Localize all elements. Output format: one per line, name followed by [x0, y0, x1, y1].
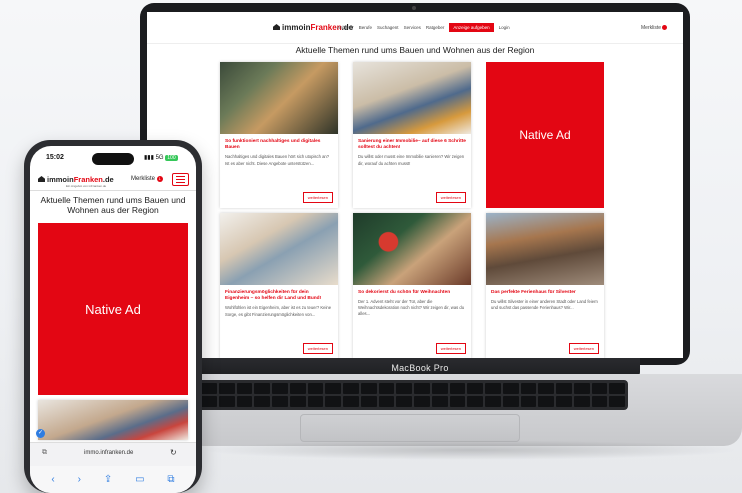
- browser-toolbar: ‹ › ⇪ ▭ ⧉: [30, 466, 196, 493]
- read-more-button[interactable]: weiterlesen: [435, 192, 466, 203]
- article-card[interactable]: [38, 400, 188, 440]
- browser-address-bar[interactable]: ⧉ immo.infranken.de ↻: [30, 442, 196, 466]
- nav-anzeige-aufgeben-button[interactable]: Anzeige aufgeben: [449, 23, 494, 32]
- back-icon[interactable]: ‹: [51, 474, 54, 485]
- share-icon[interactable]: ⇪: [104, 474, 112, 485]
- reload-icon[interactable]: ↻: [170, 448, 177, 457]
- article-image: [220, 62, 338, 134]
- laptop-trackpad: [300, 414, 520, 442]
- read-more-button[interactable]: weiterlesen: [302, 343, 333, 354]
- article-title[interactable]: So funktioniert nachhaltiges und digital…: [225, 139, 333, 151]
- section-title: Aktuelle Themen rund ums Bauen und Wohne…: [40, 195, 186, 216]
- tabs-icon[interactable]: ⧉: [167, 474, 174, 485]
- article-teaser: Der 1. Advent steht vor der Tür, aber di…: [358, 299, 465, 317]
- article-title[interactable]: Das perfekte Ferienhaus für Silvester: [491, 290, 599, 296]
- merkliste-badge: [662, 25, 668, 30]
- native-ad[interactable]: Native Ad: [38, 223, 188, 395]
- article-card[interactable]: So funktioniert nachhaltiges und digital…: [220, 62, 338, 208]
- laptop-camera: [412, 6, 416, 10]
- accessibility-icon[interactable]: ✓: [36, 429, 45, 438]
- article-teaser: Du willst Silvester in einer anderen Sta…: [491, 299, 598, 311]
- article-card[interactable]: Das perfekte Ferienhaus für Silvester Du…: [486, 213, 604, 358]
- article-card[interactable]: Finanzierungsmöglichkeiten für dein Eige…: [220, 213, 338, 358]
- house-icon: [38, 176, 45, 182]
- phone-screen: 15:02 ▮▮▮ 5G 100 immoinFranken.de Ein An…: [30, 146, 196, 493]
- article-title[interactable]: So dekorierst du schön für Weihnachten: [358, 290, 466, 296]
- laptop-keyboard: [198, 380, 628, 410]
- article-grid: So funktioniert nachhaltiges und digital…: [220, 62, 604, 358]
- article-card[interactable]: Sanierung einer Immobilie– auf diese 6 S…: [353, 62, 471, 208]
- laptop-shadow: [200, 440, 740, 460]
- nav-ratgeber[interactable]: Ratgeber: [426, 25, 445, 32]
- article-image: [486, 213, 604, 285]
- nav-berufe[interactable]: Berufe: [359, 25, 372, 32]
- read-more-button[interactable]: weiterlesen: [568, 343, 599, 354]
- status-indicators: ▮▮▮ 5G 100: [144, 154, 178, 161]
- forward-icon[interactable]: ›: [78, 474, 81, 485]
- signal-icon: ▮▮▮: [144, 155, 154, 161]
- merkliste-badge: 1: [156, 176, 163, 182]
- battery-icon: 100: [165, 155, 178, 161]
- menu-icon: [176, 176, 185, 177]
- dynamic-island: [92, 153, 134, 165]
- nav-services[interactable]: Services: [404, 25, 421, 32]
- article-teaser: Wohlfühlen ist ein Eigenheim, aber ist e…: [225, 305, 332, 317]
- native-ad-label: Native Ad: [519, 128, 571, 142]
- reader-icon[interactable]: ⧉: [42, 449, 47, 457]
- article-teaser: Du willst oder musst eine Immobilie sani…: [358, 154, 465, 166]
- house-icon: [273, 24, 280, 30]
- native-ad-label: Native Ad: [85, 301, 141, 317]
- nav-anbieter[interactable]: Anbieter: [337, 25, 354, 32]
- article-image: [38, 400, 188, 440]
- logo-tagline: Ein Angebot von inFranken.de: [66, 184, 107, 188]
- site-header: immoinFranken.de Anbieter Berufe Suchage…: [147, 12, 683, 44]
- url-text: immo.infranken.de: [84, 450, 134, 456]
- section-title: Aktuelle Themen rund ums Bauen und Wohne…: [295, 45, 535, 55]
- status-time: 15:02: [46, 154, 64, 161]
- article-title[interactable]: Sanierung einer Immobilie– auf diese 6 S…: [358, 139, 466, 151]
- hamburger-menu-button[interactable]: [172, 173, 189, 186]
- laptop-brand-label: MacBook Pro: [391, 363, 449, 373]
- main-nav: Anbieter Berufe Suchagent Services Ratge…: [337, 23, 510, 32]
- native-ad[interactable]: Native Ad: [486, 62, 604, 208]
- article-image: [353, 62, 471, 134]
- article-teaser: Nachhaltiges und digitales Bauen hört si…: [225, 154, 330, 166]
- read-more-button[interactable]: weiterlesen: [302, 192, 333, 203]
- merkliste-link[interactable]: Merkliste: [641, 25, 668, 31]
- merkliste-link[interactable]: Merkliste 1: [131, 176, 163, 182]
- article-image: [353, 213, 471, 285]
- site-logo[interactable]: immoinFranken.de: [38, 175, 114, 184]
- article-title[interactable]: Finanzierungsmöglichkeiten für dein Eige…: [225, 290, 333, 302]
- article-image: [220, 213, 338, 285]
- nav-login[interactable]: Login: [499, 25, 510, 32]
- header-divider: [30, 190, 196, 191]
- network-label: 5G: [155, 155, 164, 161]
- bookmarks-icon[interactable]: ▭: [135, 474, 144, 485]
- nav-suchagent[interactable]: Suchagent: [377, 25, 399, 32]
- read-more-button[interactable]: weiterlesen: [435, 343, 466, 354]
- laptop-screen: immoinFranken.de Anbieter Berufe Suchage…: [147, 12, 683, 358]
- article-card[interactable]: So dekorierst du schön für Weihnachten D…: [353, 213, 471, 358]
